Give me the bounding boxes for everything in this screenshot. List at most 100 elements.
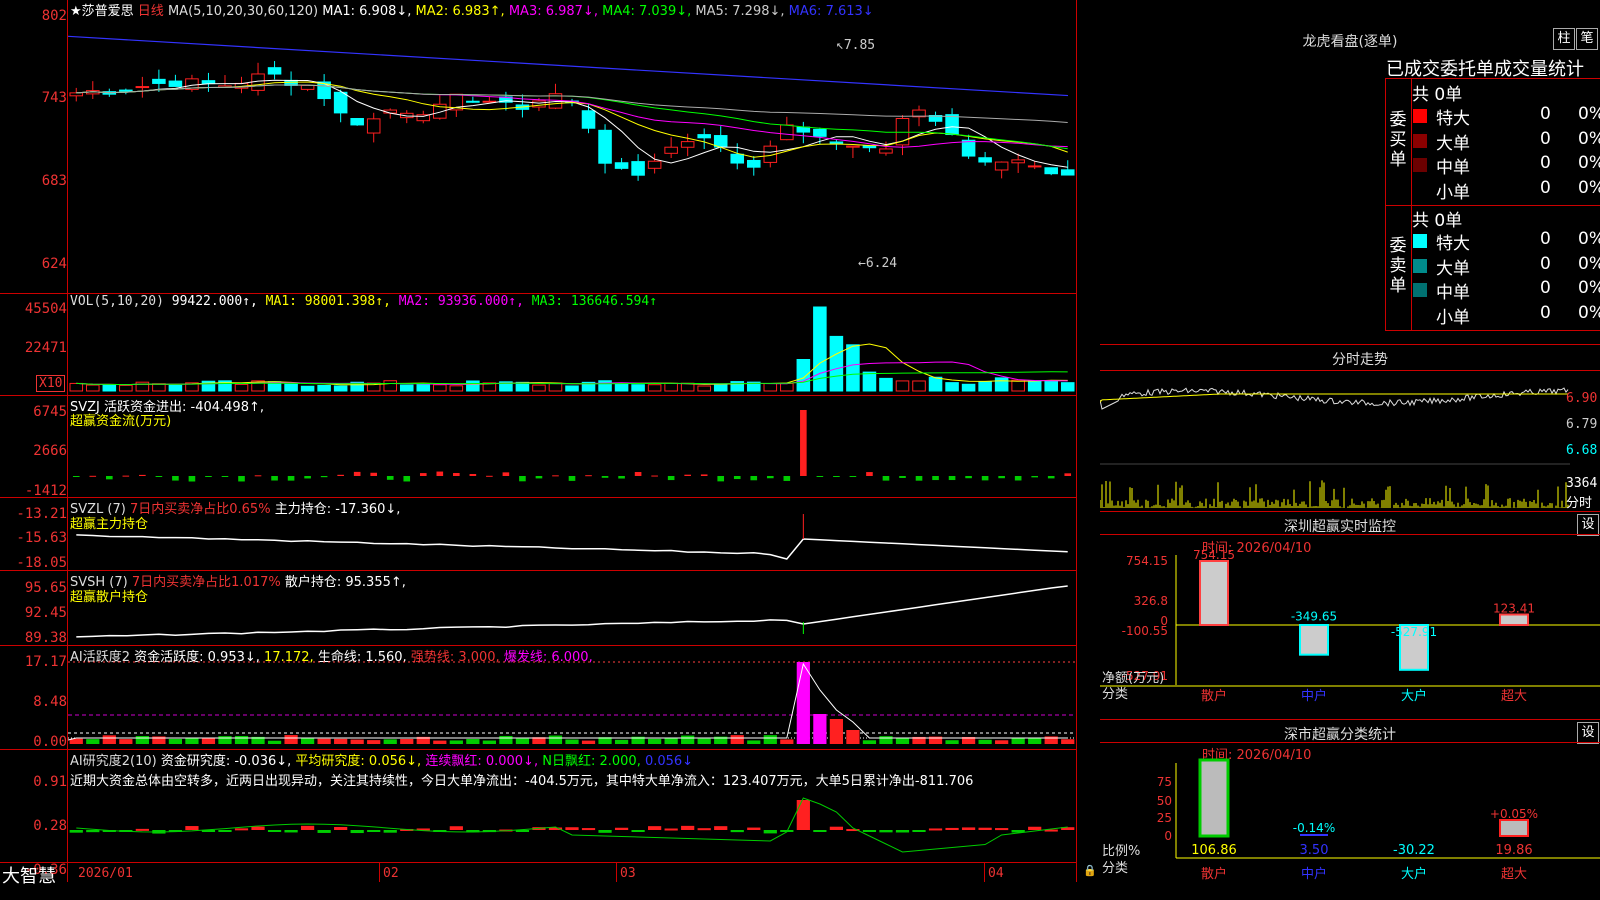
monitor-chart[interactable]: 754.15326.80-100.55-527.91754.15-349.65-… (1100, 550, 1600, 720)
svzl-tick-0: -13.21 (16, 506, 67, 522)
svzj-bar (254, 475, 262, 477)
candle-body (614, 162, 629, 169)
main-legend: ★莎普爱思 日线 MA(5,10,20,30,60,120) MA1: 6.90… (70, 0, 874, 19)
buy-side-label: 委买单 (1389, 110, 1407, 170)
sell-row-count-0: 0 (1540, 229, 1551, 249)
volume-bar (416, 384, 431, 392)
bar-mode-button[interactable]: 柱 (1553, 28, 1575, 50)
svzj-bar (535, 476, 543, 479)
classify-bottom-3: 19.86 (1495, 843, 1532, 858)
activity-bar (978, 739, 992, 744)
volume-bar (895, 380, 910, 392)
volume-chart[interactable] (68, 296, 1076, 395)
monitor-settings-button[interactable]: 设 (1577, 514, 1599, 536)
research-bar (598, 830, 612, 833)
research-bar (862, 830, 877, 832)
activity-bar (135, 736, 149, 744)
ai2-tick-1: 0.28 (33, 818, 67, 834)
volume-bar (466, 380, 480, 392)
svzl-tick-2: -18.05 (16, 555, 67, 571)
buy-row-count-1: 0 (1540, 128, 1551, 149)
svzj-bar (419, 473, 427, 476)
svzj-bar (436, 471, 444, 476)
activity-bar (168, 738, 183, 744)
svzj-bar (122, 475, 130, 477)
ai2-legend: AI研究度2(10) 资金研究度: -0.036↓, 平均研究度: 0.056↓… (70, 750, 693, 769)
svzj-bar (833, 476, 840, 477)
svzj-bar (386, 476, 394, 480)
candle-body (350, 118, 364, 126)
svzj-bar (552, 475, 559, 477)
classify-cat-3: 超大 (1501, 867, 1527, 882)
stock-title[interactable]: ★莎普爱思 (70, 4, 134, 19)
research-bar (284, 830, 298, 833)
volume-bar (449, 385, 464, 392)
candle-body (961, 139, 976, 157)
lock-icon[interactable]: 🔒 (1083, 864, 1097, 877)
activity-bar (846, 730, 860, 744)
sell-row-swatch-1 (1413, 258, 1427, 273)
volume-bar (846, 344, 860, 392)
research-bar (829, 826, 844, 830)
candle-body (879, 148, 893, 154)
sell-row-pct-2: 0% (1578, 278, 1600, 298)
volume-bar (333, 385, 348, 392)
activity-bar (763, 735, 777, 744)
candle-body (978, 157, 992, 163)
monitor-value-2: -527.91 (1391, 625, 1437, 639)
svzj-bar (700, 474, 708, 476)
svzj-bar (981, 476, 989, 481)
volume-bar (664, 382, 678, 392)
classify-settings-button[interactable]: 设 (1577, 722, 1599, 744)
svzj-bar (106, 476, 113, 480)
monitor-value-0: 754.15 (1193, 550, 1235, 562)
ai2-nday: N日飘红: 2.000, (542, 754, 641, 769)
monitor-tick-1: 326.8 (1134, 594, 1168, 608)
buy-row-label-0: 特大 (1436, 109, 1470, 129)
svsh-chart[interactable] (68, 572, 1076, 645)
volume-bar (978, 381, 992, 392)
intraday-chart[interactable] (1100, 372, 1570, 508)
date-sep-3 (984, 862, 985, 882)
volume-bar (945, 382, 959, 392)
activity-bar (317, 738, 331, 744)
ai-research-chart[interactable] (68, 790, 1076, 862)
svzj-bar (287, 476, 295, 481)
intraday-avg-line (1100, 393, 1568, 403)
classify-cat-2: 大户 (1401, 866, 1427, 882)
research-bar (69, 830, 83, 833)
monitor-value-1: -349.65 (1291, 610, 1337, 624)
svzj-chart[interactable] (68, 398, 1076, 497)
buy-total: 共 0单 (1412, 85, 1463, 105)
svzj-bar (221, 476, 229, 477)
research-bar (565, 827, 579, 830)
svzl-chart[interactable] (68, 499, 1076, 570)
activity-bar (747, 740, 761, 744)
research-bar (1028, 826, 1042, 830)
candlestick-chart[interactable] (68, 18, 1076, 293)
monitor-bar-3 (1499, 613, 1529, 626)
volume-bar (69, 382, 84, 392)
activity-bar (565, 739, 579, 744)
activity-bar (648, 738, 662, 744)
volume-bar (168, 384, 183, 392)
stroke-mode-button[interactable]: 笔 (1576, 28, 1598, 50)
svzj-bar (172, 476, 179, 481)
brand-logo: 大智慧 (2, 866, 56, 887)
classify-chart[interactable]: 75 50 25 0 -0.14% +0.05% 比例% 分类 106.86 3.50 -30.22… (1100, 758, 1600, 900)
price-tick-0: 802 (41, 8, 67, 24)
volume-bar (284, 383, 298, 392)
vol-unit-badge: X10 (36, 375, 66, 392)
svzj-bar (453, 473, 460, 476)
research-bar (945, 827, 959, 830)
svzj-bar (1047, 476, 1055, 479)
classify-cat-1: 中户 (1301, 866, 1327, 882)
stats-top-border (1385, 78, 1600, 79)
intraday-vol-label: 分时 (1566, 496, 1593, 511)
volume-bar (548, 382, 563, 392)
period-label[interactable]: 日线 (138, 4, 164, 19)
candle-body (862, 145, 877, 149)
svzj-bar (89, 475, 97, 477)
vol-ma1-line (76, 343, 1068, 386)
ai-activity-chart[interactable]: ↓ (68, 660, 1076, 749)
